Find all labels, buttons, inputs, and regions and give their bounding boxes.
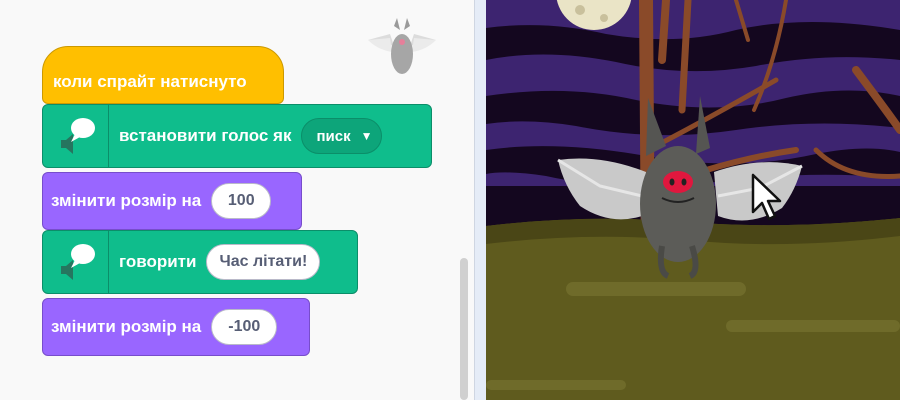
when-sprite-clicked-block[interactable]: коли спрайт натиснуто [42, 46, 284, 104]
text-to-speech-icon [43, 231, 109, 293]
set-voice-block[interactable]: встановити голос як писк ▼ [42, 104, 432, 168]
voice-dropdown[interactable]: писк ▼ [301, 118, 382, 154]
stage-divider [474, 0, 486, 400]
vertical-scrollbar[interactable] [460, 258, 468, 400]
hat-block-label: коли спрайт натиснуто [53, 72, 247, 91]
speak-label: говорити [119, 252, 197, 271]
size-input-1[interactable]: 100 [211, 183, 272, 219]
speak-block[interactable]: говорити Час літати! [42, 230, 358, 294]
set-voice-label: встановити голос як [119, 126, 292, 145]
change-size-block-2[interactable]: змінити розмір на -100 [42, 298, 310, 356]
size-input-2[interactable]: -100 [211, 309, 278, 345]
change-size-label-2: змінити розмір на [51, 317, 202, 336]
voice-dropdown-value: писк [316, 127, 351, 145]
speak-text-input[interactable]: Час літати! [206, 244, 321, 280]
change-size-block-1[interactable]: змінити розмір на 100 [42, 172, 302, 230]
dropdown-caret-icon: ▼ [360, 129, 373, 143]
stage[interactable] [486, 0, 900, 400]
mouse-pointer-icon [751, 173, 782, 221]
code-area[interactable]: коли спрайт натиснуто встановити голос я… [0, 0, 474, 400]
text-to-speech-icon [43, 105, 109, 167]
sprite-thumbnail-icon [368, 18, 436, 74]
change-size-label-1: змінити розмір на [51, 191, 202, 210]
